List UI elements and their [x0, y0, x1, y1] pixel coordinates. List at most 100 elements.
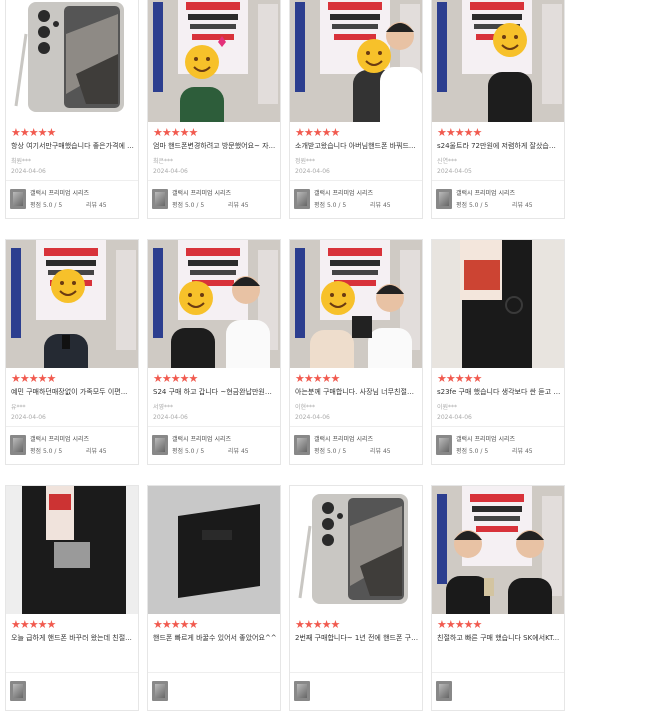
product-thumbnail — [294, 435, 310, 455]
review-text[interactable]: 엄마 핸드폰변경하려고 방문했어요~ 자... — [153, 142, 277, 151]
review-card[interactable]: ★★★★★ 엄마 핸드폰변경하려고 방문했어요~ 자... 최은*** 2024… — [147, 0, 281, 219]
product-review-count: 리뷰 45 — [86, 448, 107, 455]
review-text[interactable]: 핸드폰 빠르게 바꿀수 있어서 좋았어요^^ — [153, 634, 277, 643]
product-rating: 평점 5.0 / 5 — [172, 202, 205, 209]
product-info[interactable] — [432, 672, 564, 710]
review-text[interactable]: s24울트라 72만원에 저렴하게 잘샀습니... — [437, 142, 561, 151]
review-date: 2024-04-06 — [11, 168, 46, 175]
product-name: 갤럭시 프리미엄 시리즈 — [30, 190, 90, 197]
product-name: 갤럭시 프리미엄 시리즈 — [30, 436, 90, 443]
review-text[interactable]: 항상 여기서만구매했습니다 좋은가격에 ... — [11, 142, 135, 151]
review-photo[interactable] — [6, 0, 138, 122]
product-review-count: 리뷰 45 — [228, 448, 249, 455]
star-rating-icon: ★★★★★ — [437, 372, 482, 385]
review-text[interactable]: 아는분께 구매합니다. 사장님 너무친절하... — [295, 388, 419, 397]
product-review-count: 리뷰 45 — [370, 448, 391, 455]
product-info[interactable]: 갤럭시 프리미엄 시리즈 평점 5.0 / 5 리뷰 45 — [290, 426, 422, 464]
product-name: 갤럭시 프리미엄 시리즈 — [314, 190, 374, 197]
review-photo[interactable] — [432, 486, 564, 614]
product-thumbnail — [436, 435, 452, 455]
product-thumbnail — [294, 189, 310, 209]
product-thumbnail — [10, 435, 26, 455]
review-card[interactable]: ★★★★★ s24울트라 72만원에 저렴하게 잘샀습니... 신연*** 20… — [431, 0, 565, 219]
product-thumbnail — [436, 681, 452, 701]
review-photo[interactable] — [148, 0, 280, 122]
product-info[interactable] — [290, 672, 422, 710]
review-text[interactable]: 2번째 구매합니다~ 1년 전에 핸드폰 구매... — [295, 634, 419, 643]
review-photo[interactable] — [432, 0, 564, 122]
review-text[interactable]: 친절하고 빠른 구매 했습니다 SK에서KT... — [437, 634, 561, 643]
review-date: 2024-04-06 — [153, 414, 188, 421]
product-name: 갤럭시 프리미엄 시리즈 — [456, 190, 516, 197]
product-info[interactable] — [6, 672, 138, 710]
product-info[interactable]: 갤럭시 프리미엄 시리즈 평점 5.0 / 5 리뷰 45 — [432, 180, 564, 218]
star-rating-icon: ★★★★★ — [437, 618, 482, 631]
product-name: 갤럭시 프리미엄 시리즈 — [172, 190, 232, 197]
product-rating: 평점 5.0 / 5 — [456, 202, 489, 209]
review-date: 2024-04-06 — [295, 168, 330, 175]
review-author: 정원*** — [295, 158, 316, 165]
review-date: 2024-04-06 — [153, 168, 188, 175]
product-name: 갤럭시 프리미엄 시리즈 — [172, 436, 232, 443]
review-card[interactable]: ★★★★★ 오늘 급하게 핸드폰 바꾸러 왔는데 친절... — [5, 485, 139, 711]
review-card[interactable]: ★★★★★ 소개받고왔습니다 아버님핸드폰 바꿔드... 정원*** 2024-… — [289, 0, 423, 219]
review-card[interactable]: ★★★★★ 아는분께 구매합니다. 사장님 너무친절하... 이현*** 202… — [289, 239, 423, 465]
review-photo[interactable] — [148, 240, 280, 368]
product-thumbnail — [436, 189, 452, 209]
product-rating: 평점 5.0 / 5 — [314, 202, 347, 209]
star-rating-icon: ★★★★★ — [437, 126, 482, 139]
review-author: 최은*** — [153, 158, 174, 165]
review-card[interactable]: ★★★★★ S24 구매 하고 갑니다 ~현금완납만원에... 서영*** 20… — [147, 239, 281, 465]
review-card[interactable]: ★★★★★ 2번째 구매합니다~ 1년 전에 핸드폰 구매... — [289, 485, 423, 711]
review-text[interactable]: s23fe 구매 했습니다 생각보다 싼 듣고 와... — [437, 388, 561, 397]
review-text[interactable]: 오늘 급하게 핸드폰 바꾸러 왔는데 친절... — [11, 634, 135, 643]
review-photo[interactable] — [290, 240, 422, 368]
review-photo[interactable] — [290, 0, 422, 122]
review-card[interactable]: ★★★★★ s23fe 구매 했습니다 생각보다 싼 듣고 와... 이원***… — [431, 239, 565, 465]
review-photo[interactable] — [432, 240, 564, 368]
product-rating: 평점 5.0 / 5 — [172, 448, 205, 455]
product-thumbnail — [152, 681, 168, 701]
star-rating-icon: ★★★★★ — [153, 618, 198, 631]
product-review-count: 리뷰 45 — [370, 202, 391, 209]
product-rating: 평점 5.0 / 5 — [30, 448, 63, 455]
review-date: 2024-04-05 — [437, 168, 472, 175]
product-info[interactable]: 갤럭시 프리미엄 시리즈 평점 5.0 / 5 리뷰 45 — [6, 426, 138, 464]
product-info[interactable] — [148, 672, 280, 710]
review-date: 2024-04-06 — [11, 414, 46, 421]
star-rating-icon: ★★★★★ — [11, 618, 56, 631]
review-grid: ★★★★★ 항상 여기서만구매했습니다 좋은가격에 ... 최원*** 2024… — [0, 0, 648, 711]
product-info[interactable]: 갤럭시 프리미엄 시리즈 평점 5.0 / 5 리뷰 45 — [148, 180, 280, 218]
review-photo[interactable] — [6, 240, 138, 368]
product-thumbnail — [152, 189, 168, 209]
product-thumbnail — [10, 681, 26, 701]
review-card[interactable]: ★★★★★ 핸드폰 빠르게 바꿀수 있어서 좋았어요^^ — [147, 485, 281, 711]
product-review-count: 리뷰 45 — [512, 202, 533, 209]
review-text[interactable]: 예민 구매하던매장없이 가족모두 이편... — [11, 388, 135, 397]
review-card[interactable]: ★★★★★ 예민 구매하던매장없이 가족모두 이편... 유*** 2024-0… — [5, 239, 139, 465]
review-text[interactable]: 소개받고왔습니다 아버님핸드폰 바꿔드... — [295, 142, 419, 151]
review-date: 2024-04-06 — [295, 414, 330, 421]
product-info[interactable]: 갤럭시 프리미엄 시리즈 평점 5.0 / 5 리뷰 45 — [148, 426, 280, 464]
review-author: 최원*** — [11, 158, 32, 165]
product-name: 갤럭시 프리미엄 시리즈 — [314, 436, 374, 443]
review-date: 2024-04-06 — [437, 414, 472, 421]
review-author: 서영*** — [153, 404, 174, 411]
product-info[interactable]: 갤럭시 프리미엄 시리즈 평점 5.0 / 5 리뷰 45 — [290, 180, 422, 218]
review-photo[interactable] — [6, 486, 138, 614]
review-photo[interactable] — [290, 486, 422, 614]
product-info[interactable]: 갤럭시 프리미엄 시리즈 평점 5.0 / 5 리뷰 45 — [6, 180, 138, 218]
review-text[interactable]: S24 구매 하고 갑니다 ~현금완납만원에... — [153, 388, 277, 397]
product-info[interactable]: 갤럭시 프리미엄 시리즈 평점 5.0 / 5 리뷰 45 — [432, 426, 564, 464]
review-card[interactable]: ★★★★★ 친절하고 빠른 구매 했습니다 SK에서KT... — [431, 485, 565, 711]
product-review-count: 리뷰 45 — [228, 202, 249, 209]
review-photo[interactable] — [148, 486, 280, 614]
product-rating: 평점 5.0 / 5 — [314, 448, 347, 455]
review-author: 이현*** — [295, 404, 316, 411]
product-review-count: 리뷰 45 — [512, 448, 533, 455]
product-rating: 평점 5.0 / 5 — [30, 202, 63, 209]
star-rating-icon: ★★★★★ — [295, 126, 340, 139]
review-card[interactable]: ★★★★★ 항상 여기서만구매했습니다 좋은가격에 ... 최원*** 2024… — [5, 0, 139, 219]
review-author: 유*** — [11, 404, 26, 411]
review-author: 이원*** — [437, 404, 458, 411]
